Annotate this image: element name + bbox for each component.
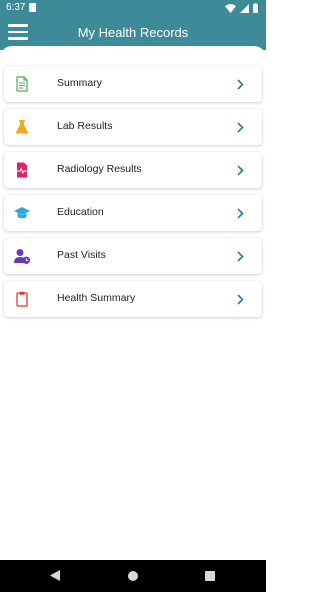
graduation-cap-icon xyxy=(14,207,30,219)
chevron-right-icon xyxy=(237,79,244,90)
signal-icon xyxy=(240,3,249,13)
status-bar: 6:37 xyxy=(0,0,266,16)
user-clock-icon xyxy=(14,249,30,264)
home-icon[interactable] xyxy=(128,571,138,581)
app-bar: My Health Records xyxy=(0,16,266,50)
record-item-radiology-results[interactable]: Radiology Results xyxy=(4,152,262,188)
record-item-label: Radiology Results xyxy=(57,163,142,175)
battery-icon xyxy=(253,3,258,13)
record-item-label: Lab Results xyxy=(57,120,113,132)
record-item-education[interactable]: Education xyxy=(4,195,262,231)
clipboard-icon xyxy=(16,291,28,307)
sd-card-icon xyxy=(29,3,36,12)
chevron-right-icon xyxy=(237,251,244,262)
chevron-right-icon xyxy=(237,294,244,305)
record-item-summary[interactable]: Summary xyxy=(4,66,262,102)
page-title: My Health Records xyxy=(77,25,189,40)
heartbeat-file-icon xyxy=(17,162,27,178)
flask-icon xyxy=(15,120,29,134)
system-nav-bar xyxy=(0,560,266,592)
record-item-label: Education xyxy=(57,206,104,218)
record-item-past-visits[interactable]: Past Visits xyxy=(4,238,262,274)
wifi-icon xyxy=(225,3,236,13)
chevron-right-icon xyxy=(237,208,244,219)
record-item-label: Summary xyxy=(57,77,102,89)
chevron-right-icon xyxy=(237,165,244,176)
record-item-lab-results[interactable]: Lab Results xyxy=(4,109,262,145)
back-icon[interactable] xyxy=(50,570,60,581)
record-item-label: Past Visits xyxy=(57,249,106,261)
status-time: 6:37 xyxy=(6,2,26,13)
record-item-health-summary[interactable]: Health Summary xyxy=(4,281,262,317)
status-icons xyxy=(225,3,258,13)
recents-icon[interactable] xyxy=(205,571,215,581)
records-list: Summary Lab Results Radiology Results Ed… xyxy=(0,46,266,560)
document-icon xyxy=(16,76,28,92)
record-item-label: Health Summary xyxy=(57,292,136,304)
chevron-right-icon xyxy=(237,122,244,133)
